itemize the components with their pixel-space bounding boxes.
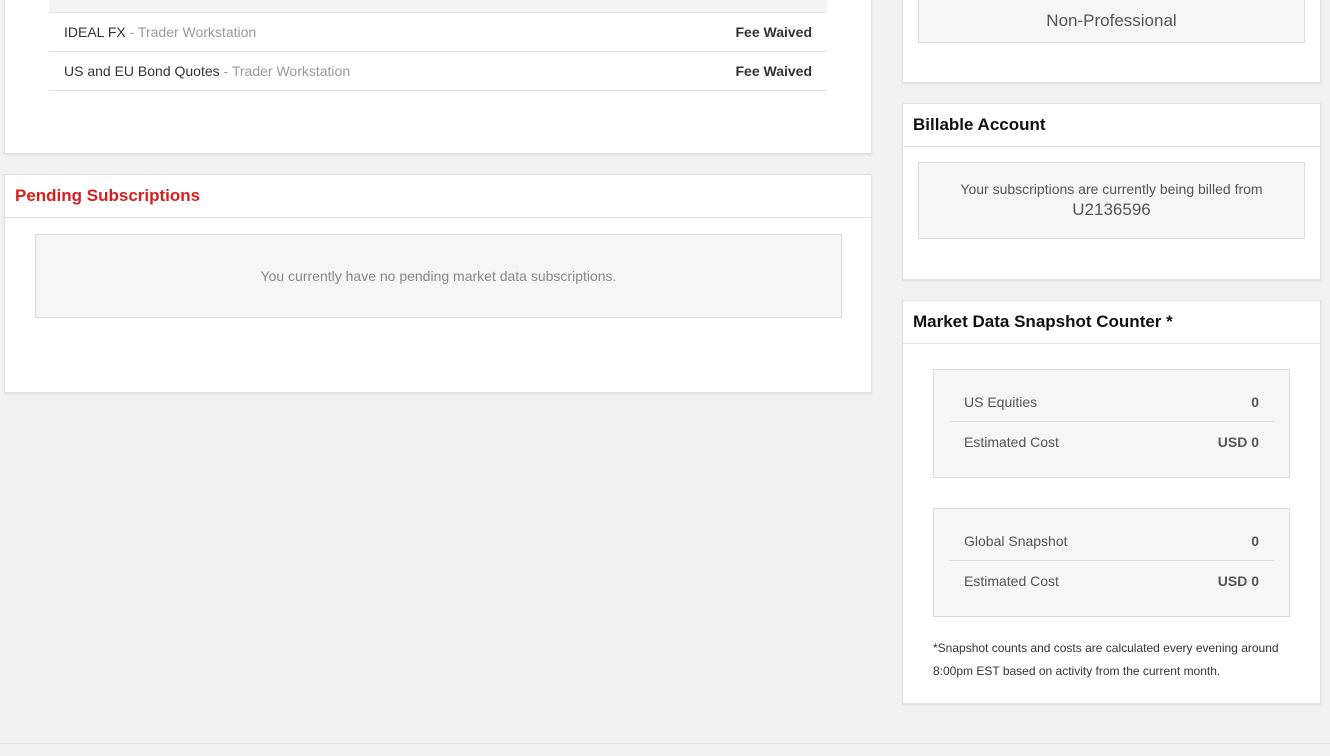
table-row: US and EU Bond Quotes - Trader Workstati…	[49, 52, 827, 91]
snapshot-count-row: US Equities 0	[949, 383, 1274, 422]
snapshot-cost-row: Estimated Cost USD 0	[949, 422, 1274, 461]
cost-label: Estimated Cost	[964, 572, 1059, 589]
snapshot-counter-title: Market Data Snapshot Counter *	[903, 301, 1320, 344]
billable-account-panel: Billable Account Your subscriptions are …	[902, 103, 1321, 280]
subscription-name: US and EU Bond Quotes	[64, 63, 220, 79]
snapshot-cost-row: Estimated Cost USD 0	[949, 561, 1274, 600]
snapshot-footnote: *Snapshot counts and costs are calculate…	[933, 641, 1279, 678]
subscriber-status-value: Non-Professional	[918, 0, 1305, 43]
snapshot-label: Global Snapshot	[964, 533, 1068, 549]
us-equities-box: US Equities 0 Estimated Cost USD 0	[933, 369, 1290, 478]
subscription-name: IDEAL FX	[64, 24, 126, 40]
cost-value: USD 0	[1217, 433, 1259, 450]
subscription-platform: - Trader Workstation	[219, 63, 351, 79]
subscription-label: IDEAL FX - Trader Workstation	[64, 24, 256, 40]
subscriptions-table: IDEAL FX - Trader Workstation Fee Waived…	[49, 0, 827, 91]
snapshot-count: 0	[1251, 533, 1259, 549]
footer-divider	[0, 743, 1330, 744]
snapshot-count: 0	[1251, 394, 1259, 410]
billing-info-box: Your subscriptions are currently being b…	[918, 162, 1305, 239]
billable-account-title: Billable Account	[903, 104, 1320, 147]
subscriber-status-panel: Non-Professional	[902, 0, 1321, 83]
cost-label: Estimated Cost	[964, 433, 1059, 450]
subscription-fee: Fee Waived	[735, 24, 812, 40]
snapshot-counter-panel: Market Data Snapshot Counter * US Equiti…	[902, 300, 1321, 704]
global-snapshot-box: Global Snapshot 0 Estimated Cost USD 0	[933, 508, 1290, 617]
table-header	[49, 0, 827, 13]
subscription-platform: - Trader Workstation	[125, 24, 257, 40]
snapshot-count-row: Global Snapshot 0	[949, 522, 1274, 561]
billing-account-number: U2136596	[1072, 200, 1151, 219]
cost-value: USD 0	[1217, 572, 1259, 589]
subscription-fee: Fee Waived	[735, 63, 812, 79]
pending-subscriptions-panel: Pending Subscriptions You currently have…	[4, 174, 872, 393]
pending-empty-message: You currently have no pending market dat…	[35, 234, 842, 318]
pending-subscriptions-title: Pending Subscriptions	[5, 175, 871, 218]
table-row: IDEAL FX - Trader Workstation Fee Waived	[49, 13, 827, 52]
billing-message: Your subscriptions are currently being b…	[960, 181, 1263, 197]
subscription-label: US and EU Bond Quotes - Trader Workstati…	[64, 63, 350, 79]
snapshot-label: US Equities	[964, 394, 1038, 410]
current-subscriptions-panel: IDEAL FX - Trader Workstation Fee Waived…	[4, 0, 872, 154]
page: IDEAL FX - Trader Workstation Fee Waived…	[0, 0, 1330, 756]
